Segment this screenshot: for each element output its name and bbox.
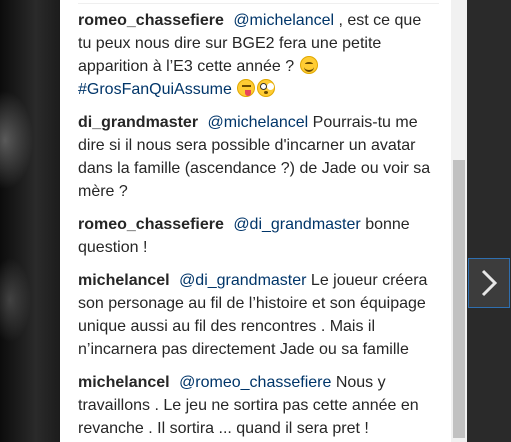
comment-item: romeo_chassefiere @di_grandmaster bonne … xyxy=(78,213,438,259)
comment-username[interactable]: romeo_chassefiere xyxy=(78,216,224,233)
face-with-tongue-emoji-icon xyxy=(237,79,256,97)
comment-item: romeo_chassefiere @michelancel , est ce … xyxy=(78,9,438,101)
next-post-button[interactable] xyxy=(468,258,510,308)
comment-username[interactable]: michelancel xyxy=(78,272,170,289)
comment-username[interactable]: di_grandmaster xyxy=(78,114,198,131)
comment-mention[interactable]: @michelancel xyxy=(208,114,309,131)
comment-hashtag[interactable]: #GrosFanQuiAssume xyxy=(78,81,232,98)
comment-item: michelancel @di_grandmaster Le joueur cr… xyxy=(78,269,438,361)
comment-item: di_grandmaster @michelancel Pourrais-tu … xyxy=(78,111,438,203)
comments-panel: romeo_chassefiere @michelancel , est ce … xyxy=(60,0,467,442)
comment-mention[interactable]: @romeo_chassefiere xyxy=(179,374,331,391)
comment-mention[interactable]: @di_grandmaster xyxy=(233,216,360,233)
flushed-face-emoji-icon xyxy=(257,79,276,97)
comment-list: romeo_chassefiere @michelancel , est ce … xyxy=(78,9,438,442)
chevron-right-icon xyxy=(480,268,498,298)
comment-mention[interactable]: @di_grandmaster xyxy=(179,272,306,289)
smiling-face-emoji-icon xyxy=(299,56,318,74)
comment-username[interactable]: romeo_chassefiere xyxy=(78,12,224,29)
comment-item: michelancel @romeo_chassefiere Nous y tr… xyxy=(78,371,438,440)
post-photo-edge xyxy=(0,0,60,442)
scrollbar-thumb[interactable] xyxy=(453,160,465,438)
lightbox-backdrop xyxy=(467,0,511,442)
divider xyxy=(78,3,439,4)
comment-mention[interactable]: @michelancel xyxy=(233,12,334,29)
comment-username[interactable]: michelancel xyxy=(78,374,170,391)
